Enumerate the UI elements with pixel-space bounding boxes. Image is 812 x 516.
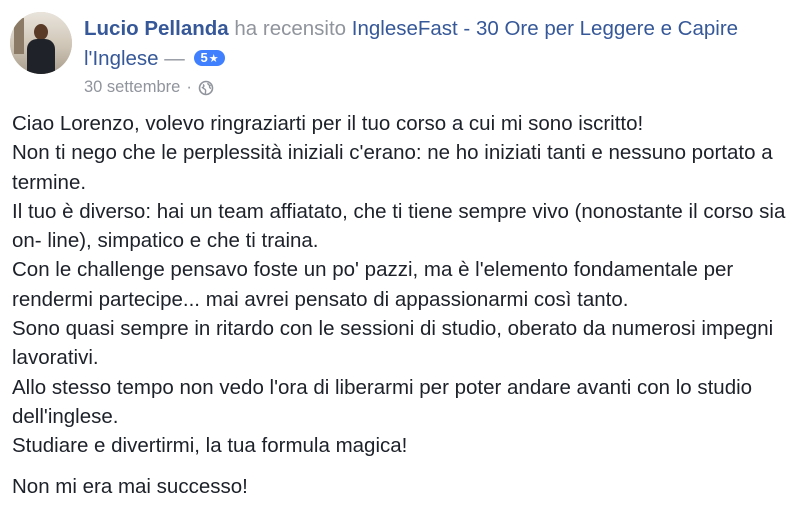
review-paragraph: Il tuo è diverso: hai un team affiatato,… [12, 199, 786, 253]
review-meta: 30 settembre · [84, 78, 214, 97]
review-closing: Non mi era mai successo! [12, 474, 248, 498]
rating-star-icon: ★ [208, 53, 219, 65]
title-separator: — [164, 47, 185, 70]
rating-badge: 5★ [194, 50, 225, 66]
review-paragraph: Allo stesso tempo non vedo l'ora di libe… [12, 375, 753, 428]
review-paragraph: Sono quasi sempre in ritardo con le sess… [12, 317, 774, 370]
review-title-line: Lucio Pellanda ha recensito IngleseFast … [84, 14, 800, 74]
globe-icon[interactable] [198, 80, 214, 96]
meta-dot: · [186, 78, 192, 96]
review-paragraph: Ciao Lorenzo, volevo ringraziarti per il… [12, 112, 644, 135]
review-paragraph: Studiare e divertirmi, la tua formula ma… [12, 434, 408, 458]
review-paragraph: Non ti nego che le perplessità iniziali … [12, 141, 773, 194]
review-text: Ciao Lorenzo, volevo ringraziarti per il… [12, 109, 802, 501]
author-name-link[interactable]: Lucio Pellanda [84, 17, 229, 40]
review-date-link[interactable]: 30 settembre [84, 78, 180, 97]
avatar-person-body [27, 39, 55, 74]
review-header: Lucio Pellanda ha recensito IngleseFast … [10, 10, 800, 100]
rating-value: 5 [200, 50, 208, 65]
review-paragraph: Con le challenge pensavo foste un po' pa… [12, 258, 734, 311]
review-action-text: ha recensito [234, 17, 347, 40]
avatar-background-object [14, 18, 24, 54]
avatar-person-head [34, 24, 48, 40]
avatar[interactable] [10, 12, 72, 74]
